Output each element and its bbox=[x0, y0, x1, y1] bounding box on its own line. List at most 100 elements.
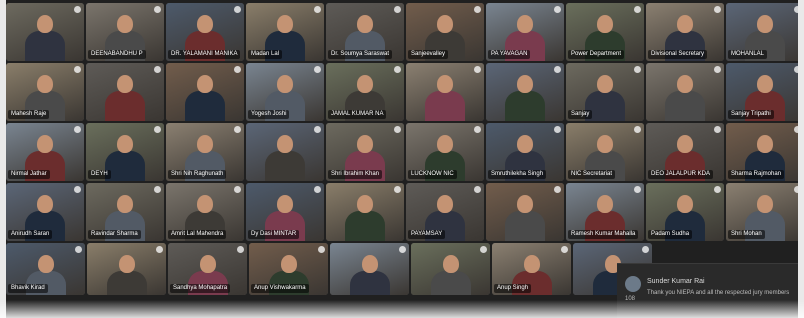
participant-tile[interactable] bbox=[6, 3, 84, 61]
participant-tile[interactable] bbox=[246, 123, 324, 181]
participant-tile[interactable]: Anup Vishwakarma bbox=[249, 243, 328, 295]
participant-head bbox=[197, 75, 213, 93]
participant-head bbox=[357, 195, 373, 213]
participant-head bbox=[517, 75, 533, 93]
participant-tile[interactable]: Ramesh Kumar Mahalla bbox=[566, 183, 644, 241]
participant-name: Shri Nih Raghunath bbox=[168, 170, 227, 179]
participant-name: LUCKNOW NIC bbox=[408, 170, 457, 179]
participant-head bbox=[442, 255, 459, 273]
participant-body bbox=[106, 271, 147, 295]
participant-tile[interactable]: Smruthilekha Singh bbox=[486, 123, 564, 181]
participant-name: PA YAVAGAN bbox=[488, 50, 531, 59]
participant-head bbox=[757, 195, 773, 213]
mic-status-icon bbox=[234, 186, 241, 193]
participant-name: Smruthilekha Singh bbox=[488, 170, 547, 179]
mic-status-icon bbox=[394, 186, 401, 193]
participant-count: 108 bbox=[625, 296, 636, 302]
participant-tile[interactable]: Sharma Rajmohan bbox=[726, 123, 804, 181]
participant-tile[interactable]: MOHANLAL bbox=[726, 3, 804, 61]
mic-status-icon bbox=[554, 66, 561, 73]
right-margin bbox=[798, 0, 804, 318]
participant-head bbox=[357, 135, 373, 153]
participant-name: DEO JALALPUR KDA bbox=[648, 170, 714, 179]
participant-tile[interactable] bbox=[166, 63, 244, 121]
participant-tile[interactable]: DEO JALALPUR KDA bbox=[646, 123, 724, 181]
participant-name: PAYAMSAY bbox=[408, 230, 446, 239]
participant-head bbox=[117, 75, 133, 93]
mic-status-icon bbox=[75, 246, 82, 253]
participant-head bbox=[277, 135, 293, 153]
participant-tile[interactable]: DEENABANDHU P bbox=[86, 3, 164, 61]
participant-tile[interactable] bbox=[86, 63, 164, 121]
mic-status-icon bbox=[634, 126, 641, 133]
participant-tile[interactable]: DR. YALAMANI MANIKA bbox=[166, 3, 244, 61]
participant-tile[interactable]: DEYH bbox=[86, 123, 164, 181]
participant-tile[interactable] bbox=[486, 63, 564, 121]
participant-tile[interactable]: Yogesh Joshi bbox=[246, 63, 324, 121]
participant-head bbox=[517, 195, 533, 213]
mic-status-icon bbox=[394, 126, 401, 133]
mic-status-icon bbox=[156, 246, 163, 253]
participant-tile[interactable]: Sandhya Mohapatra bbox=[168, 243, 247, 295]
participant-tile[interactable]: LUCKNOW NIC bbox=[406, 123, 484, 181]
participant-name: Padam Sudha bbox=[648, 230, 693, 239]
participant-name: Anirudh Saran bbox=[8, 230, 53, 239]
participant-tile[interactable]: Dr. Soumya Saraswat bbox=[326, 3, 404, 61]
participant-tile[interactable]: Mahesh Raje bbox=[6, 63, 84, 121]
participant-tile[interactable]: PA YAVAGAN bbox=[486, 3, 564, 61]
mic-status-icon bbox=[314, 66, 321, 73]
mic-status-icon bbox=[237, 246, 244, 253]
participant-name: Anup Singh bbox=[494, 284, 532, 293]
participant-tile[interactable]: Sanjeevalley bbox=[406, 3, 484, 61]
participant-row: Anirudh Saran Ravindar Sharma Amrit Lal Ma… bbox=[6, 183, 804, 241]
participant-tile[interactable]: Shri Mohan bbox=[726, 183, 804, 241]
mic-status-icon bbox=[480, 246, 487, 253]
participant-tile[interactable] bbox=[87, 243, 166, 295]
participant-tile[interactable] bbox=[486, 183, 564, 241]
participant-tile[interactable]: Amrit Lal Mahendra bbox=[166, 183, 244, 241]
participant-name: Dr. Soumya Saraswat bbox=[328, 50, 393, 59]
participant-head bbox=[277, 195, 293, 213]
participant-head bbox=[197, 15, 213, 33]
mic-status-icon bbox=[234, 66, 241, 73]
participant-head bbox=[197, 135, 213, 153]
chat-sender: Sunder Kumar Rai bbox=[647, 278, 705, 285]
participant-tile[interactable]: Sanjay Tripathi bbox=[726, 63, 804, 121]
mic-status-icon bbox=[714, 6, 721, 13]
participant-tile[interactable]: Anup Singh bbox=[492, 243, 571, 295]
participant-tile[interactable]: NIC Secretariat bbox=[566, 123, 644, 181]
participant-tile[interactable] bbox=[411, 243, 490, 295]
participant-tile[interactable]: Dy Dasi MINTAR bbox=[246, 183, 324, 241]
participant-tile[interactable]: Anirudh Saran bbox=[6, 183, 84, 241]
participant-tile[interactable]: Madan Lal bbox=[246, 3, 324, 61]
participant-tile[interactable]: Divisional Secretary bbox=[646, 3, 724, 61]
participant-head bbox=[437, 195, 453, 213]
participant-tile[interactable] bbox=[330, 243, 409, 295]
mic-status-icon bbox=[714, 126, 721, 133]
mic-status-icon bbox=[634, 66, 641, 73]
participant-body bbox=[345, 211, 385, 241]
participant-tile[interactable]: PAYAMSAY bbox=[406, 183, 484, 241]
participant-tile[interactable]: Sanjay bbox=[566, 63, 644, 121]
participant-tile[interactable] bbox=[646, 63, 724, 121]
participant-tile[interactable]: Padam Sudha bbox=[646, 183, 724, 241]
participant-name: Yogesh Joshi bbox=[248, 110, 290, 119]
mic-status-icon bbox=[554, 186, 561, 193]
chat-panel[interactable]: Sunder Kumar Rai Thank you NIEPA and all… bbox=[617, 263, 804, 318]
mic-status-icon bbox=[234, 6, 241, 13]
participant-tile[interactable]: Shri Nih Raghunath bbox=[166, 123, 244, 181]
mic-status-icon bbox=[394, 66, 401, 73]
participant-tile[interactable]: Bhavik Kirad bbox=[6, 243, 85, 295]
participant-tile[interactable]: Shri Ibrahim Khan bbox=[326, 123, 404, 181]
participant-tile[interactable]: JAMAL KUMAR NA bbox=[326, 63, 404, 121]
participant-name: JAMAL KUMAR NA bbox=[328, 110, 387, 119]
participant-tile[interactable]: Power Department bbox=[566, 3, 644, 61]
participant-body bbox=[265, 151, 305, 181]
participant-tile[interactable]: Ravindar Sharma bbox=[86, 183, 164, 241]
participant-head bbox=[277, 15, 293, 33]
participant-tile[interactable] bbox=[326, 183, 404, 241]
participant-name: DEENABANDHU P bbox=[88, 50, 146, 59]
participant-tile[interactable] bbox=[406, 63, 484, 121]
participant-tile[interactable]: Nirmal Jathar bbox=[6, 123, 84, 181]
participant-name: Sanjay bbox=[568, 110, 593, 119]
